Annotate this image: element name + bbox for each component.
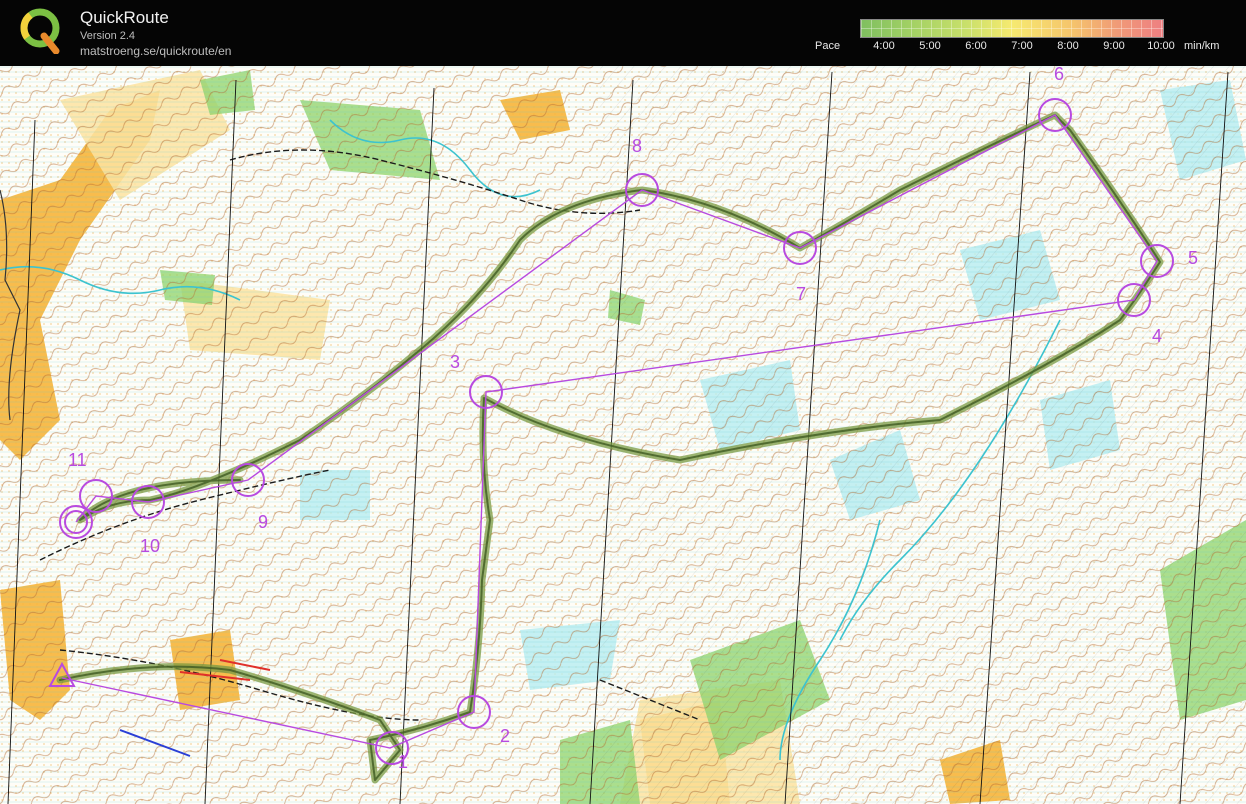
pace-tick: 5:00 [919, 40, 941, 52]
pace-unit: min/km [1184, 40, 1220, 52]
control-number: 11 [68, 450, 87, 470]
control-number: 6 [1054, 66, 1064, 84]
control-number: 3 [450, 352, 460, 372]
control-number: 10 [140, 536, 160, 556]
pace-tick: 9:00 [1103, 40, 1125, 52]
pace-tick: 10:00 [1147, 40, 1175, 52]
app-url[interactable]: matstroeng.se/quickroute/en [80, 44, 231, 58]
pace-tick: 6:00 [965, 40, 987, 52]
pace-tick: 7:00 [1011, 40, 1033, 52]
pace-tick: 8:00 [1057, 40, 1079, 52]
control-number: 9 [258, 512, 268, 532]
control-number: 1 [398, 752, 408, 772]
control-number: 8 [632, 136, 642, 156]
pace-label: Pace [815, 40, 841, 52]
pace-color-scale [860, 19, 1164, 38]
control-number: 4 [1152, 326, 1162, 346]
quickroute-logo-icon [20, 8, 60, 54]
app-title: QuickRoute [80, 8, 169, 27]
control-number: 7 [796, 284, 806, 304]
title-bar: QuickRoute Version 2.4 matstroeng.se/qui… [0, 0, 1246, 66]
orienteering-map[interactable]: 1 2 3 4 5 6 7 8 9 10 11 [0, 66, 1246, 804]
control-number: 5 [1188, 248, 1198, 268]
app-version: Version 2.4 [80, 30, 136, 42]
pace-tick: 4:00 [873, 40, 895, 52]
control-number: 2 [500, 726, 510, 746]
